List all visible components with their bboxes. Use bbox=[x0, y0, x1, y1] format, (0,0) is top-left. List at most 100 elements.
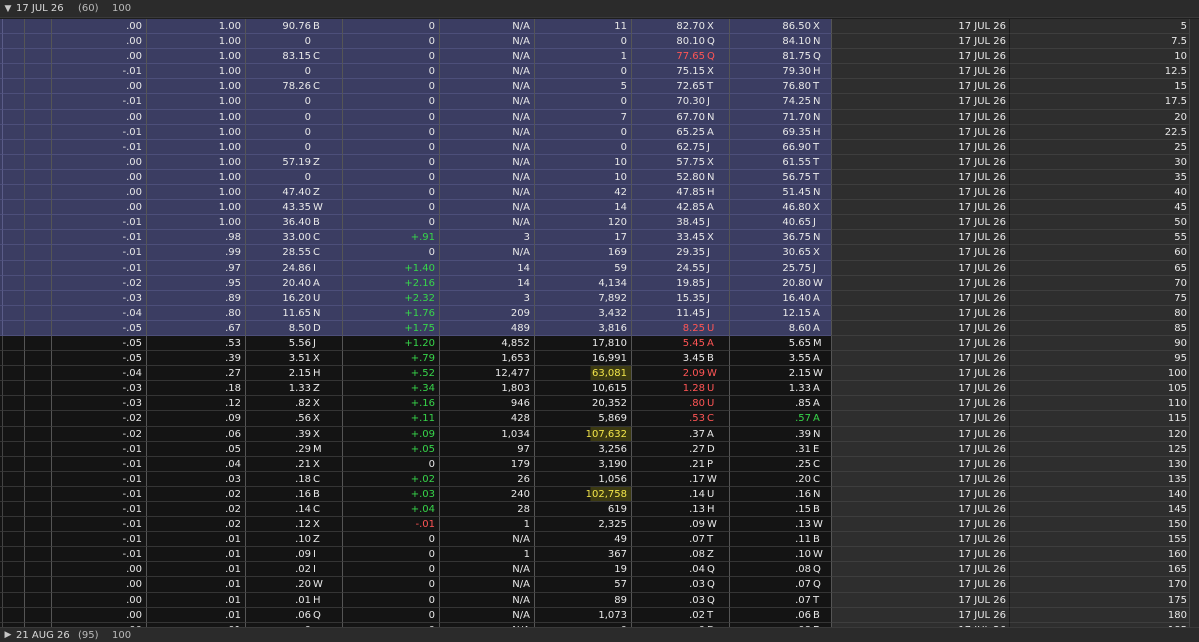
col-expiration[interactable]: 17 JUL 26 bbox=[831, 607, 1009, 623]
scrollbar-track[interactable] bbox=[1189, 230, 1199, 246]
col-expiration[interactable]: 17 JUL 26 bbox=[831, 351, 1009, 367]
col-theta[interactable]: -.03 bbox=[52, 290, 147, 306]
scrollbar-track[interactable] bbox=[1189, 381, 1199, 397]
col-ask-exch[interactable]: W bbox=[811, 517, 831, 533]
col-last[interactable]: 78.26 bbox=[246, 79, 311, 95]
col-expiration[interactable]: 17 JUL 26 bbox=[831, 154, 1009, 170]
col-open-interest[interactable]: 7,892 bbox=[535, 290, 632, 306]
col-bid[interactable]: 1.28 bbox=[632, 381, 705, 397]
col-bid-exch[interactable]: H bbox=[705, 502, 730, 518]
col-strike[interactable]: 30 bbox=[1009, 154, 1189, 170]
col-last-exch[interactable]: J bbox=[311, 335, 343, 352]
col-open-interest[interactable]: 63,081 bbox=[535, 366, 632, 382]
col-last[interactable]: 11.65 bbox=[246, 305, 311, 321]
table-row[interactable]: -.01 1.00 0 0 N/A 0 62.75 J 66.90 T 17 JUL 26 25 bbox=[0, 139, 1199, 155]
scrollbar-track[interactable] bbox=[1189, 320, 1199, 336]
col-open-interest[interactable]: 1,056 bbox=[535, 471, 632, 487]
col-volume[interactable]: N/A bbox=[440, 154, 535, 170]
col-ask-exch[interactable]: H bbox=[811, 124, 831, 140]
col-bid[interactable]: 3.45 bbox=[632, 351, 705, 367]
col-delta[interactable]: 1.00 bbox=[147, 200, 246, 216]
col-expiration[interactable]: 17 JUL 26 bbox=[831, 320, 1009, 336]
col-delta[interactable]: .89 bbox=[147, 290, 246, 306]
col-theta[interactable]: .00 bbox=[52, 154, 147, 170]
col-theta[interactable]: -.01 bbox=[52, 517, 147, 533]
col-delta[interactable]: .09 bbox=[147, 411, 246, 427]
col-delta[interactable]: .01 bbox=[147, 592, 246, 608]
col-ask-exch[interactable]: C bbox=[811, 471, 831, 487]
col-last[interactable]: .01 bbox=[246, 592, 311, 608]
col-last[interactable]: 3.51 bbox=[246, 351, 311, 367]
col-ask-exch[interactable]: C bbox=[811, 456, 831, 472]
col-last-exch[interactable]: D bbox=[311, 320, 343, 336]
col-last[interactable]: 16.20 bbox=[246, 290, 311, 306]
col-strike[interactable]: 115 bbox=[1009, 411, 1189, 427]
col-open-interest[interactable]: 2,325 bbox=[535, 517, 632, 533]
col-bid-exch[interactable]: X bbox=[705, 230, 730, 246]
col-bid[interactable]: .03 bbox=[632, 577, 705, 593]
scrollbar-track[interactable] bbox=[1189, 49, 1199, 65]
col-change[interactable]: +2.16 bbox=[343, 275, 440, 291]
col-bid-exch[interactable]: N bbox=[705, 109, 730, 125]
col-change[interactable]: +2.32 bbox=[343, 290, 440, 306]
col-volume[interactable]: N/A bbox=[440, 94, 535, 110]
col-last-exch[interactable] bbox=[311, 139, 343, 155]
col-strike[interactable]: 155 bbox=[1009, 532, 1189, 548]
col-last-exch[interactable]: W bbox=[311, 577, 343, 593]
col-open-interest[interactable]: 20,352 bbox=[535, 396, 632, 412]
scrollbar-track[interactable] bbox=[1189, 426, 1199, 442]
col-change[interactable]: +.52 bbox=[343, 366, 440, 382]
col-theta[interactable]: -.01 bbox=[52, 441, 147, 457]
col-theta[interactable]: .00 bbox=[52, 34, 147, 50]
col-bid[interactable]: 8.25 bbox=[632, 320, 705, 336]
col-strike[interactable]: 75 bbox=[1009, 290, 1189, 306]
col-last-exch[interactable]: C bbox=[311, 502, 343, 518]
col-strike[interactable]: 105 bbox=[1009, 381, 1189, 397]
col-last-exch[interactable]: I bbox=[311, 562, 343, 578]
col-ask-exch[interactable]: T bbox=[811, 154, 831, 170]
col-open-interest[interactable]: 3,432 bbox=[535, 305, 632, 321]
col-volume[interactable]: 1,803 bbox=[440, 381, 535, 397]
col-bid[interactable]: 57.75 bbox=[632, 154, 705, 170]
col-strike[interactable]: 160 bbox=[1009, 547, 1189, 563]
col-ask[interactable]: .31 bbox=[730, 441, 811, 457]
col-last[interactable]: .09 bbox=[246, 547, 311, 563]
col-volume[interactable]: N/A bbox=[440, 592, 535, 608]
table-row[interactable]: -.02.06.39 X +.09 1,034 107,632.37 A .39 N 17 JU… bbox=[0, 426, 1199, 442]
col-delta[interactable]: .02 bbox=[147, 502, 246, 518]
col-bid-exch[interactable]: W bbox=[705, 517, 730, 533]
col-theta[interactable]: -.01 bbox=[52, 94, 147, 110]
col-volume[interactable]: N/A bbox=[440, 169, 535, 186]
col-last[interactable]: .02 bbox=[246, 562, 311, 578]
col-ask-exch[interactable]: T bbox=[811, 139, 831, 155]
col-volume[interactable]: 3 bbox=[440, 230, 535, 246]
col-last-exch[interactable]: M bbox=[311, 441, 343, 457]
col-open-interest[interactable]: 11 bbox=[535, 19, 632, 35]
scrollbar-track[interactable] bbox=[1189, 486, 1199, 502]
col-delta[interactable]: .01 bbox=[147, 547, 246, 563]
col-last-exch[interactable] bbox=[311, 169, 343, 186]
col-volume[interactable]: N/A bbox=[440, 79, 535, 95]
col-ask[interactable]: 86.50 bbox=[730, 19, 811, 35]
table-row[interactable]: -.01.97 24.86 I +1.40 14 59 24.55 J 25.75 J 17 JUL… bbox=[0, 260, 1199, 276]
col-expiration[interactable]: 17 JUL 26 bbox=[831, 592, 1009, 608]
col-bid[interactable]: .03 bbox=[632, 592, 705, 608]
col-ask[interactable]: 16.40 bbox=[730, 290, 811, 306]
col-bid-exch[interactable]: W bbox=[705, 471, 730, 487]
col-strike[interactable]: 25 bbox=[1009, 139, 1189, 155]
col-open-interest[interactable]: 0 bbox=[535, 64, 632, 80]
scrollbar-track[interactable] bbox=[1189, 64, 1199, 80]
col-open-interest[interactable]: 5 bbox=[535, 79, 632, 95]
col-theta[interactable]: -.04 bbox=[52, 305, 147, 321]
scrollbar-track[interactable] bbox=[1189, 109, 1199, 125]
col-bid[interactable]: 47.85 bbox=[632, 185, 705, 201]
col-ask[interactable]: 56.75 bbox=[730, 169, 811, 186]
col-theta[interactable]: -.03 bbox=[52, 381, 147, 397]
col-last[interactable]: .12 bbox=[246, 517, 311, 533]
col-open-interest[interactable]: 17,810 bbox=[535, 335, 632, 352]
col-ask[interactable]: 66.90 bbox=[730, 139, 811, 155]
col-expiration[interactable]: 17 JUL 26 bbox=[831, 109, 1009, 125]
col-expiration[interactable]: 17 JUL 26 bbox=[831, 94, 1009, 110]
scrollbar-track[interactable] bbox=[1189, 532, 1199, 548]
col-change[interactable]: 0 bbox=[343, 79, 440, 95]
